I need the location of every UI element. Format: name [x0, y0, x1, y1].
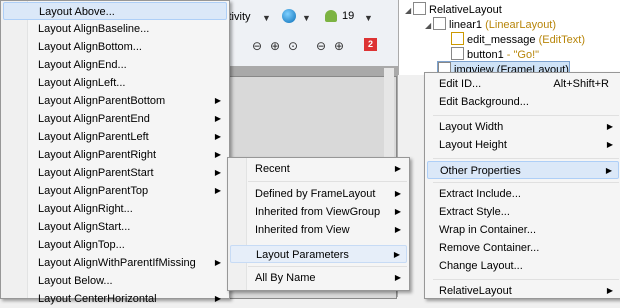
- zoom-out-icon[interactable]: ⊖: [316, 39, 326, 53]
- menu-item-edit-background[interactable]: Edit Background...: [427, 93, 619, 111]
- menu-item-align-parent-end[interactable]: Layout AlignParentEnd ▶: [3, 110, 227, 128]
- menu-item-layout-width[interactable]: Layout Width ▶: [427, 118, 619, 136]
- menu-item-align-left[interactable]: Layout AlignLeft...: [3, 74, 227, 92]
- menu-item-recent[interactable]: Recent ▶: [230, 160, 407, 178]
- menu-item-inherited-view[interactable]: Inherited from View ▶: [230, 221, 407, 239]
- submenu-arrow-icon: ▶: [214, 114, 221, 123]
- menu-item-center-horizontal[interactable]: Layout CenterHorizontal ▶: [3, 290, 227, 308]
- zoom-actual-icon[interactable]: ⊕: [270, 39, 280, 53]
- menu-item-remove-container[interactable]: Remove Container...: [427, 239, 619, 257]
- submenu-arrow-icon: ▶: [394, 189, 401, 198]
- api-dropdown-icon[interactable]: ▼: [364, 13, 373, 23]
- submenu-arrow-icon: ▶: [214, 258, 221, 267]
- menu-item-align-parent-start[interactable]: Layout AlignParentStart ▶: [3, 164, 227, 182]
- submenu-arrow-icon: ▶: [605, 166, 612, 175]
- layout-params-menu: Layout Above... Layout AlignBaseline... …: [0, 0, 230, 305]
- menu-item-layout-above[interactable]: Layout Above...: [3, 2, 227, 20]
- submenu-arrow-icon: ▶: [214, 132, 221, 141]
- menu-separator: [248, 181, 407, 182]
- menu-item-other-properties[interactable]: Other Properties ▶: [427, 161, 619, 179]
- tree-item-relativelayout[interactable]: ◢ RelativeLayout: [405, 2, 502, 17]
- submenu-arrow-icon: ▶: [606, 286, 613, 295]
- menu-item-align-start[interactable]: Layout AlignStart...: [3, 218, 227, 236]
- api-level[interactable]: 19: [342, 10, 354, 22]
- menu-separator: [433, 158, 619, 159]
- other-properties-menu: Recent ▶ Defined by FrameLayout ▶ Inherite…: [227, 157, 410, 291]
- menu-item-inherited-viewgroup[interactable]: Inherited from ViewGroup ▶: [230, 203, 407, 221]
- collapse-icon[interactable]: ◢: [425, 18, 433, 33]
- menu-item-layout-parameters[interactable]: Layout Parameters ▶: [230, 245, 407, 263]
- menu-item-layout-height[interactable]: Layout Height ▶: [427, 136, 619, 154]
- submenu-arrow-icon: ▶: [214, 150, 221, 159]
- layout-icon: [413, 2, 426, 15]
- menu-item-edit-id[interactable]: Edit ID... Alt+Shift+R: [427, 75, 619, 93]
- menu-item-extract-style[interactable]: Extract Style...: [427, 203, 619, 221]
- tree-item-linear1[interactable]: ◢ linear1 (LinearLayout): [425, 17, 556, 32]
- submenu-arrow-icon: ▶: [394, 164, 401, 173]
- menu-item-align-top[interactable]: Layout AlignTop...: [3, 236, 227, 254]
- menu-separator: [433, 115, 619, 116]
- menu-item-align-end[interactable]: Layout AlignEnd...: [3, 56, 227, 74]
- collapse-icon[interactable]: ◢: [405, 3, 413, 18]
- submenu-arrow-icon: ▶: [394, 207, 401, 216]
- menu-item-align-parent-left[interactable]: Layout AlignParentLeft ▶: [3, 128, 227, 146]
- tree-item-button1[interactable]: button1 - "Go!": [451, 47, 539, 62]
- submenu-arrow-icon: ▶: [214, 294, 221, 303]
- activity-dropdown-icon[interactable]: ▼: [262, 13, 271, 23]
- context-menu: Edit ID... Alt+Shift+R Edit Background...…: [424, 72, 620, 299]
- menu-item-all-by-name[interactable]: All By Name ▶: [230, 269, 407, 287]
- submenu-arrow-icon: ▶: [214, 96, 221, 105]
- menu-item-relativelayout[interactable]: RelativeLayout ▶: [427, 282, 619, 300]
- button-icon: [451, 47, 464, 60]
- submenu-arrow-icon: ▶: [394, 273, 401, 282]
- submenu-arrow-icon: ▶: [214, 186, 221, 195]
- edittext-icon: [451, 32, 464, 45]
- submenu-arrow-icon: ▶: [606, 122, 613, 131]
- menu-item-extract-include[interactable]: Extract Include...: [427, 185, 619, 203]
- submenu-arrow-icon: ▶: [606, 140, 613, 149]
- submenu-arrow-icon: ▶: [393, 250, 400, 259]
- submenu-arrow-icon: ▶: [394, 225, 401, 234]
- tree-item-edit-message[interactable]: edit_message (EditText): [451, 32, 585, 47]
- layout-toolbar: [215, 0, 398, 66]
- menu-item-change-layout[interactable]: Change Layout...: [427, 257, 619, 275]
- menu-item-align-right[interactable]: Layout AlignRight...: [3, 200, 227, 218]
- menu-item-align-parent-right[interactable]: Layout AlignParentRight ▶: [3, 146, 227, 164]
- menu-item-wrap-in-container[interactable]: Wrap in Container...: [427, 221, 619, 239]
- menu-item-align-bottom[interactable]: Layout AlignBottom...: [3, 38, 227, 56]
- menu-item-align-parent-bottom[interactable]: Layout AlignParentBottom ▶: [3, 92, 227, 110]
- shortcut-label: Alt+Shift+R: [553, 78, 609, 90]
- menu-separator: [248, 266, 407, 267]
- menu-separator: [433, 279, 619, 280]
- submenu-arrow-icon: ▶: [214, 168, 221, 177]
- menu-item-align-parent-top[interactable]: Layout AlignParentTop ▶: [3, 182, 227, 200]
- menu-item-layout-below[interactable]: Layout Below...: [3, 272, 227, 290]
- android-icon[interactable]: [325, 10, 337, 22]
- menu-item-align-with-parent-if-missing[interactable]: Layout AlignWithParentIfMissing ▶: [3, 254, 227, 272]
- zoom-in-icon[interactable]: ⊕: [334, 39, 344, 53]
- error-badge[interactable]: 2: [364, 38, 377, 51]
- zoom-fit-icon[interactable]: ⊖: [252, 39, 262, 53]
- menu-separator: [433, 182, 619, 183]
- locale-globe-icon[interactable]: [282, 9, 296, 23]
- menu-item-defined-by-framelayout[interactable]: Defined by FrameLayout ▶: [230, 185, 407, 203]
- layout-icon: [433, 17, 446, 30]
- zoom-real-icon[interactable]: ⊙: [288, 39, 298, 53]
- menu-item-align-baseline[interactable]: Layout AlignBaseline...: [3, 20, 227, 38]
- outline-panel: ◢ RelativeLayout ◢ linear1 (LinearLayout) …: [398, 0, 620, 78]
- locale-dropdown-icon[interactable]: ▼: [302, 13, 311, 23]
